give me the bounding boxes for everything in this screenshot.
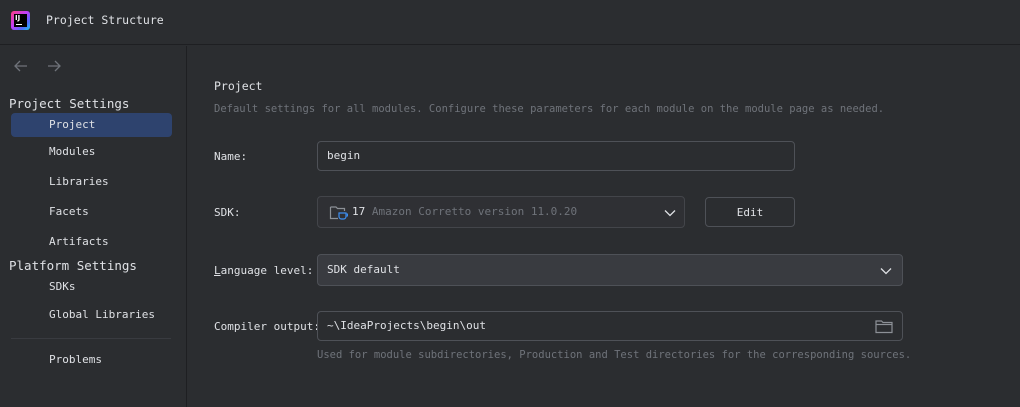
language-level-select[interactable]: SDK default [317,254,903,286]
page-title: Project [214,79,263,93]
sidebar-item-modules[interactable]: Modules [11,140,172,164]
sidebar-item-label: Libraries [49,175,109,188]
compiler-output-hint: Used for module subdirectories, Producti… [317,349,912,361]
sidebar-item-global-libraries[interactable]: Global Libraries [11,303,172,327]
sidebar-separator [11,338,171,339]
main-panel: Project Default settings for all modules… [188,46,1020,407]
chevron-down-icon [664,210,676,217]
title-bar: IJ Project Structure [0,0,1020,45]
section-header-platform-settings: Platform Settings [9,258,137,273]
sidebar-item-sdks[interactable]: SDKs [11,275,172,299]
window-title: Project Structure [46,13,164,27]
sidebar-item-libraries[interactable]: Libraries [11,170,172,194]
sidebar-item-label: Modules [49,145,96,158]
intellij-idea-icon: IJ [11,11,30,30]
sdk-label: SDK: [214,206,241,219]
sidebar-item-problems[interactable]: Problems [11,348,172,372]
sdk-edit-button[interactable]: Edit [705,197,795,227]
name-value: begin [327,149,361,162]
folder-coffee-icon [329,206,348,220]
sidebar-item-label: Facets [49,205,89,218]
sidebar-item-facets[interactable]: Facets [11,200,172,224]
sidebar: Project Settings Project Modules Librari… [0,46,187,407]
language-level-label: Language level: [214,264,314,277]
sdk-version: 17 [352,205,366,218]
sidebar-item-artifacts[interactable]: Artifacts [11,230,172,254]
chevron-down-icon [880,268,892,275]
sidebar-item-label: SDKs [49,280,76,293]
compiler-output-field[interactable]: ~\IdeaProjects\begin\out [317,311,903,341]
sdk-name: Amazon Corretto version 11.0.20 [371,205,578,218]
sidebar-item-label: Global Libraries [49,308,155,321]
sdk-select[interactable]: 17 Amazon Corretto version 11.0.20 [317,196,685,228]
arrow-right-icon[interactable] [44,56,64,76]
sidebar-item-label: Project [49,118,96,131]
sidebar-item-label: Artifacts [49,235,109,248]
section-header-project-settings: Project Settings [9,96,130,111]
folder-icon[interactable] [875,319,893,334]
sidebar-item-project[interactable]: Project [11,113,172,137]
name-label: Name: [214,150,248,163]
page-description: Default settings for all modules. Config… [214,103,885,115]
arrow-left-icon[interactable] [11,56,31,76]
language-level-value: SDK default [327,263,400,276]
compiler-output-value: ~\IdeaProjects\begin\out [327,319,486,332]
sidebar-item-label: Problems [49,353,102,366]
name-field[interactable]: begin [317,141,795,171]
compiler-output-label: Compiler output: [214,320,320,333]
